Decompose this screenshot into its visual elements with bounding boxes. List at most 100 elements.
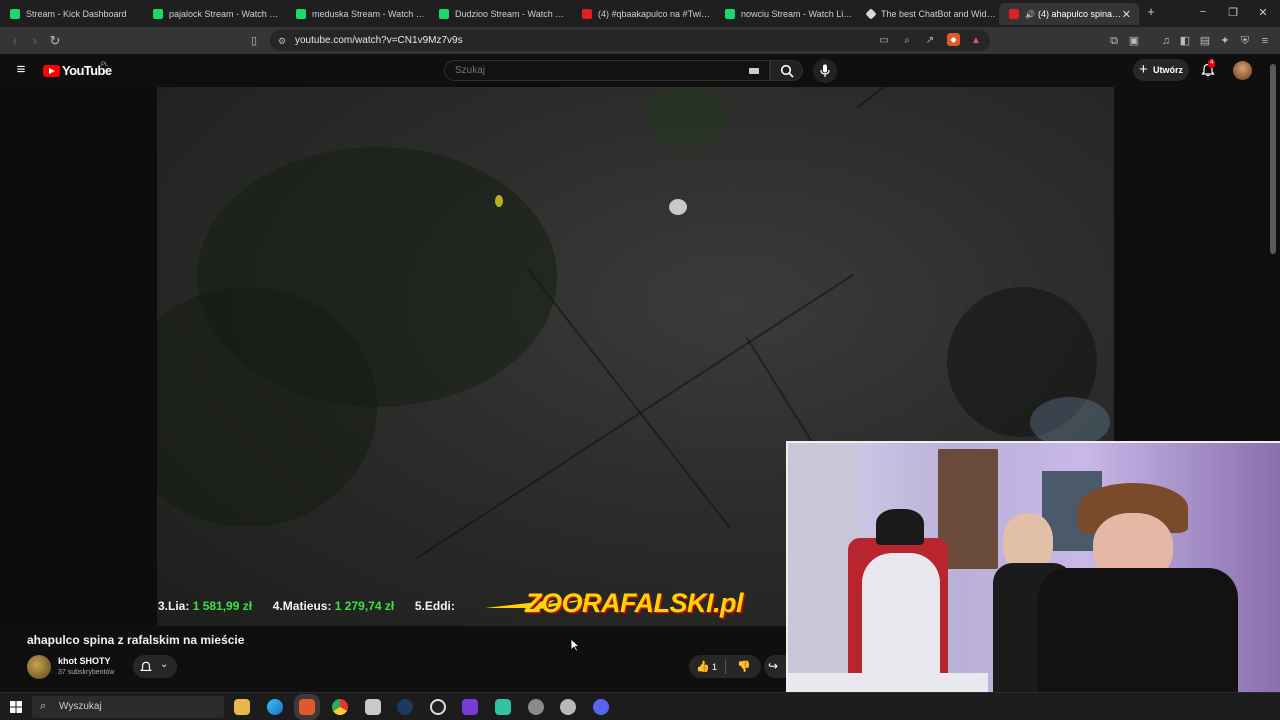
create-button[interactable]: + Utwórz	[1133, 59, 1189, 81]
media-icon[interactable]: ♫	[1158, 33, 1174, 49]
mouse-cursor-icon	[570, 638, 580, 652]
notification-badge: 4	[1208, 59, 1216, 68]
search-input[interactable]	[444, 60, 770, 81]
tab-dudzioo[interactable]: Dudzioo Stream - Watch Live o	[429, 3, 569, 25]
tab-label: Stream - Kick Dashboard	[26, 9, 127, 19]
reload-icon[interactable]: ↻	[47, 33, 63, 49]
avatar[interactable]	[1233, 61, 1252, 80]
back-icon[interactable]: ‹	[7, 33, 23, 49]
tab-label: (4) #qbaakapulco na #Twitch |	[598, 9, 712, 19]
hamburger-menu-icon[interactable]: ≡	[13, 62, 29, 78]
donor-amount: 1 279,74 zł	[334, 599, 395, 613]
site-settings-icon[interactable]: ⚙	[274, 33, 290, 49]
keyboard-icon[interactable]	[749, 68, 759, 74]
share-icon[interactable]: ↗	[922, 33, 938, 49]
tab-qbaakapulco[interactable]: (4) #qbaakapulco na #Twitch |	[572, 3, 712, 25]
bookmark-icon[interactable]: ▯	[246, 33, 262, 49]
brave-shields-icon[interactable]: ◆	[947, 33, 960, 46]
subscription-bell-button[interactable]: ⌄	[133, 655, 177, 678]
menu-icon[interactable]: ≡	[1257, 33, 1273, 49]
tab-ahapulco-active[interactable]: 🔊 (4) ahapulco spina z raf ✕	[999, 3, 1139, 25]
discord-icon[interactable]	[593, 699, 609, 715]
channel-avatar[interactable]	[27, 655, 51, 679]
sponsor-logo-text: ZOORAFALSKI.pl	[525, 588, 744, 618]
like-dislike-group: 👍 1 👎	[689, 655, 761, 678]
tab-label: Dudzioo Stream - Watch Live o	[455, 9, 569, 19]
search-icon: ⌕	[40, 700, 47, 712]
app-icon[interactable]	[462, 699, 478, 715]
voice-search-button[interactable]	[813, 59, 837, 83]
address-bar[interactable]: ⚙ youtube.com/watch?v=CN1v9Mz7v9s ▭ ⌕ ↗ …	[270, 30, 990, 51]
like-button[interactable]: 👍 1	[689, 655, 725, 678]
close-tab-icon[interactable]: ✕	[1122, 8, 1131, 21]
app-icon[interactable]	[365, 699, 381, 715]
share-button[interactable]: ↪	[764, 655, 786, 678]
extensions-icon[interactable]: ⧉	[1106, 33, 1122, 49]
notifications-button[interactable]: 4	[1201, 59, 1216, 77]
tab-pajalock[interactable]: pajalock Stream - Watch Live o	[143, 3, 283, 25]
leo-ai-icon[interactable]: ✦	[1217, 33, 1233, 49]
brave-rewards-icon[interactable]: ▲	[968, 33, 984, 49]
youtube-icon	[582, 9, 592, 19]
kick-icon	[725, 9, 735, 19]
pirate-hat	[876, 509, 924, 545]
edge-icon[interactable]	[267, 699, 283, 715]
webcam-overlay	[786, 441, 1280, 720]
new-tab-button[interactable]: +	[1144, 4, 1158, 19]
tab-chatbot[interactable]: The best ChatBot and Widgets	[857, 3, 997, 25]
windows-start-icon[interactable]	[10, 701, 22, 713]
channel-name[interactable]: khot SHOTY	[58, 656, 111, 666]
youtube-logo-icon[interactable]	[43, 65, 60, 77]
leaf-mark	[495, 195, 503, 207]
brave-icon[interactable]	[299, 699, 315, 715]
youtube-header: ≡ YouTube PL + Utwórz 4	[0, 54, 1280, 87]
cast-icon[interactable]: ▭	[876, 33, 892, 49]
restore-button[interactable]: ❐	[1226, 6, 1240, 19]
paper-scrap	[669, 199, 687, 215]
plus-icon: +	[1139, 61, 1148, 78]
tab-meduska[interactable]: meduska Stream - Watch Live	[286, 3, 426, 25]
close-window-button[interactable]: ✕	[1256, 6, 1270, 19]
like-count: 1	[712, 662, 718, 672]
region-code: PL	[101, 62, 109, 68]
share-icon: ↪	[768, 659, 779, 673]
tab-kick-dashboard[interactable]: Stream - Kick Dashboard	[0, 3, 140, 25]
kick-icon	[296, 9, 306, 19]
browser-tab-strip: Stream - Kick Dashboard pajalock Stream …	[0, 0, 1280, 27]
search-icon	[780, 64, 794, 78]
sidebar-icon[interactable]: ◧	[1177, 33, 1193, 49]
dislike-button[interactable]: 👎	[731, 655, 759, 678]
thumbs-down-icon: 👎	[737, 661, 751, 673]
pavement-crack	[856, 87, 1063, 109]
taskbar-search-label: Wyszukaj	[59, 701, 102, 712]
create-label: Utwórz	[1153, 65, 1183, 75]
tab-label: The best ChatBot and Widgets	[881, 9, 997, 19]
streamlabs-icon[interactable]	[495, 699, 511, 715]
app-icon[interactable]	[528, 699, 544, 715]
vpn-icon[interactable]: ⛨	[1237, 33, 1253, 49]
donor-label: 5.Eddi:	[414, 599, 455, 613]
zoom-icon[interactable]: ⌕	[899, 33, 915, 49]
tab-nowciu[interactable]: nowciu Stream - Watch Live on	[715, 3, 855, 25]
app-icon[interactable]	[560, 699, 576, 715]
obs-icon[interactable]	[430, 699, 446, 715]
donor-amount: 1 581,99 zł	[192, 599, 253, 613]
taskbar-search-field[interactable]: ⌕ Wyszukaj	[32, 696, 224, 718]
chrome-icon[interactable]	[332, 699, 348, 715]
search-button[interactable]	[770, 60, 803, 81]
divider	[725, 659, 726, 674]
tab-label: (4) ahapulco spina z raf	[1037, 9, 1122, 19]
youtube-icon	[1009, 9, 1019, 19]
video-title: ahapulco spina z rafalskim na mieście	[27, 633, 245, 647]
bell-icon	[140, 661, 152, 671]
kick-icon	[153, 9, 163, 19]
minimize-button[interactable]: −	[1196, 6, 1210, 18]
donor-label: 4.Matieus:	[272, 599, 332, 613]
file-explorer-icon[interactable]	[234, 699, 250, 715]
screenshot-icon[interactable]: ▣	[1126, 33, 1142, 49]
steam-icon[interactable]	[397, 699, 413, 715]
chevron-down-icon: ⌄	[160, 659, 169, 670]
page-scrollbar[interactable]	[1270, 64, 1276, 254]
wallet-icon[interactable]: ▤	[1197, 33, 1213, 49]
forward-icon[interactable]: ›	[27, 33, 43, 49]
